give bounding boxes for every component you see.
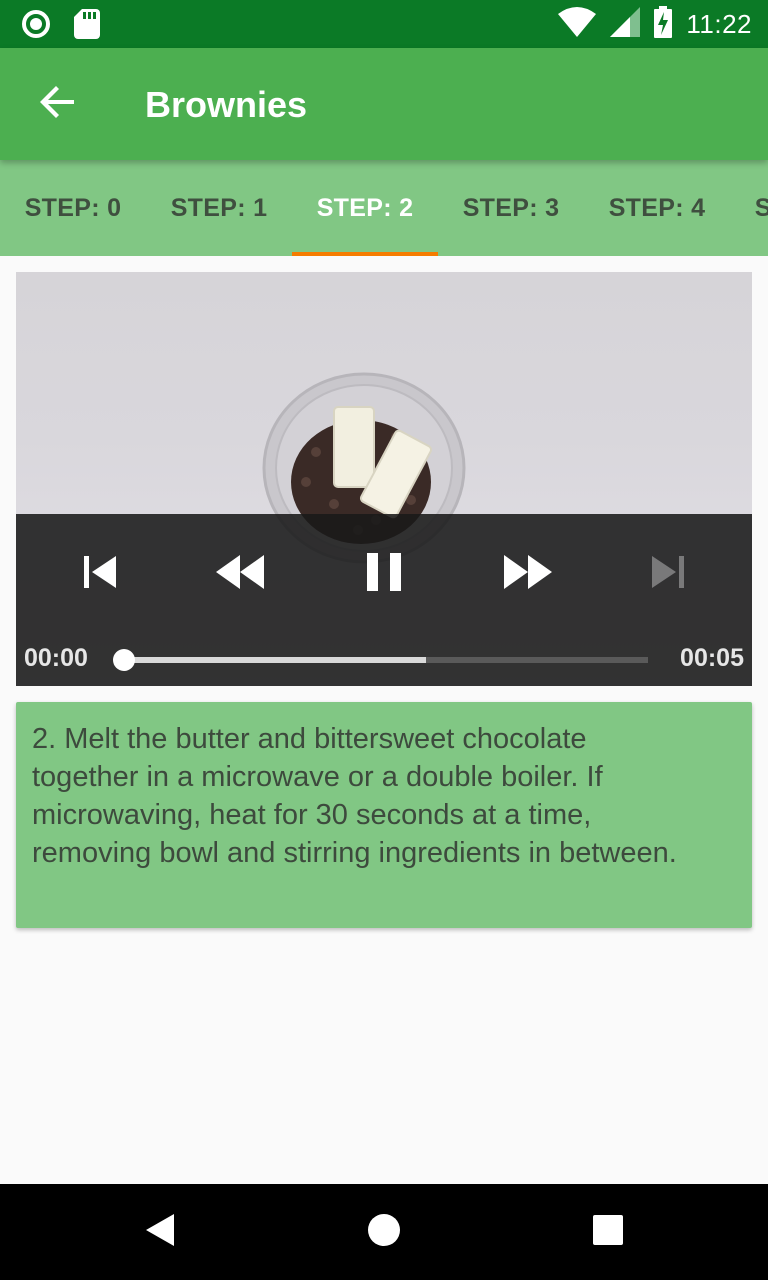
tab-label: STEP: 3: [462, 193, 560, 222]
battery-charging-icon: [654, 6, 673, 43]
pause-icon: [367, 552, 401, 596]
tab-step-3[interactable]: STEP: 3: [438, 160, 584, 256]
nav-back-button[interactable]: [136, 1208, 184, 1256]
seek-buffered: [120, 657, 427, 663]
skip-next-icon: [650, 554, 686, 595]
wifi-icon: [558, 7, 597, 42]
step-description-card: 2. Melt the butter and bittersweet choco…: [16, 702, 752, 928]
tab-label: STEP: 2: [316, 193, 414, 222]
seek-thumb[interactable]: [113, 649, 135, 671]
tab-label: STEP: 5: [754, 193, 768, 222]
tab-step-1[interactable]: STEP: 1: [146, 160, 292, 256]
nav-recents-button[interactable]: [584, 1208, 632, 1256]
back-button[interactable]: [32, 78, 84, 130]
skip-previous-button[interactable]: [76, 550, 124, 598]
status-bar: 11:22: [0, 0, 768, 48]
current-time: 00:00: [24, 644, 88, 672]
fast-forward-button[interactable]: [500, 550, 556, 598]
step-description: 2. Melt the butter and bittersweet choco…: [32, 723, 677, 869]
seek-bar[interactable]: [113, 649, 648, 671]
page-title: Brownies: [145, 84, 308, 125]
tab-label: STEP: 4: [608, 193, 706, 222]
player-controls: 00:00 00:05: [16, 514, 752, 686]
fast-forward-icon: [504, 554, 552, 594]
status-time: 11:22: [686, 9, 752, 39]
tab-label: STEP: 1: [170, 193, 268, 222]
tab-step-4[interactable]: STEP: 4: [584, 160, 730, 256]
home-circle-icon: [367, 1213, 401, 1252]
signal-icon: [610, 7, 641, 42]
system-nav-bar: [0, 1184, 768, 1280]
rewind-icon: [216, 554, 264, 594]
step-tab-bar: STEP: 0 STEP: 1 STEP: 2 STEP: 3 STEP: 4 …: [0, 160, 768, 256]
skip-next-button[interactable]: [644, 550, 692, 598]
pause-button[interactable]: [360, 550, 408, 598]
tab-step-5[interactable]: STEP: 5: [730, 160, 768, 256]
recents-square-icon: [593, 1214, 623, 1250]
rewind-button[interactable]: [212, 550, 268, 598]
back-triangle-icon: [144, 1213, 176, 1252]
record-icon: [20, 8, 52, 45]
duration-time: 00:05: [680, 644, 744, 672]
tab-step-2[interactable]: STEP: 2: [292, 160, 438, 256]
app-bar: Brownies: [0, 48, 768, 160]
skip-previous-icon: [82, 554, 118, 595]
arrow-back-icon: [40, 84, 76, 125]
video-player[interactable]: 00:00 00:05: [16, 272, 752, 686]
nav-home-button[interactable]: [360, 1208, 408, 1256]
sd-card-icon: [74, 9, 100, 44]
tab-step-0[interactable]: STEP: 0: [0, 160, 146, 256]
tab-label: STEP: 0: [24, 193, 122, 222]
